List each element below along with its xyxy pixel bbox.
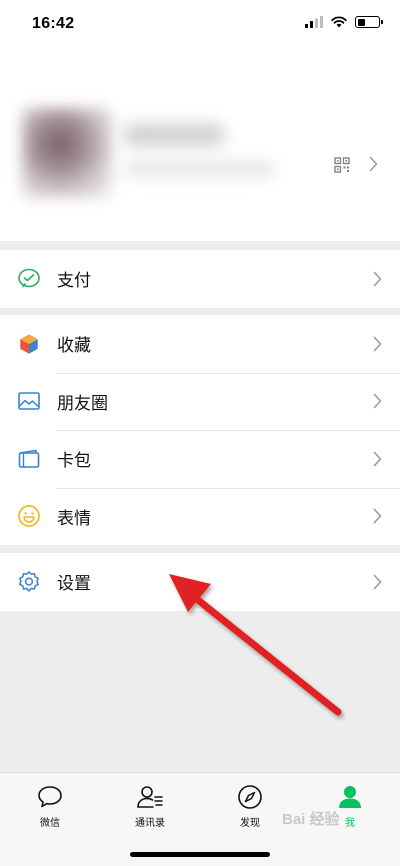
home-indicator[interactable] bbox=[130, 852, 270, 857]
menu-label-moments: 朋友圈 bbox=[57, 393, 108, 413]
menu-item-cards[interactable]: 卡包 bbox=[0, 430, 400, 488]
profile-name-blurred bbox=[124, 124, 224, 146]
wechat-pay-icon bbox=[17, 267, 41, 291]
qr-code-icon[interactable] bbox=[334, 157, 350, 173]
menu-item-pay[interactable]: 支付 bbox=[0, 250, 400, 308]
chevron-right-icon bbox=[373, 393, 382, 409]
card-icon bbox=[17, 447, 41, 471]
tab-chats[interactable]: 微信 bbox=[20, 783, 80, 829]
compass-icon bbox=[238, 785, 262, 809]
gear-icon bbox=[17, 570, 41, 594]
menu-item-favorites[interactable]: 收藏 bbox=[0, 315, 400, 373]
tab-discover[interactable]: 发现 bbox=[220, 783, 280, 829]
image-icon bbox=[17, 389, 41, 413]
contacts-icon bbox=[137, 786, 163, 808]
chevron-right-icon bbox=[373, 336, 382, 352]
status-bar: 16:42 bbox=[0, 0, 400, 48]
tab-contacts[interactable]: 通讯录 bbox=[120, 783, 180, 829]
cube-icon bbox=[17, 332, 41, 356]
profile-id-blurred bbox=[124, 162, 274, 176]
chevron-right-icon bbox=[373, 574, 382, 590]
menu-item-stickers[interactable]: 表情 bbox=[0, 487, 400, 546]
menu-label-cards: 卡包 bbox=[57, 451, 91, 471]
settings-group: 设置 bbox=[0, 553, 400, 611]
chevron-right-icon bbox=[369, 156, 378, 172]
watermark: Bai 经验 bbox=[282, 811, 340, 828]
avatar[interactable] bbox=[22, 108, 112, 198]
smiley-icon bbox=[17, 504, 41, 528]
tab-label-discover: 发现 bbox=[240, 818, 260, 829]
tab-label-chats: 微信 bbox=[40, 818, 60, 829]
status-time: 16:42 bbox=[32, 15, 75, 32]
pay-group: 支付 bbox=[0, 250, 400, 308]
menu-label-pay: 支付 bbox=[57, 271, 91, 291]
menu-label-settings: 设置 bbox=[57, 574, 91, 594]
battery-icon bbox=[355, 16, 383, 28]
cellular-signal-icon bbox=[305, 16, 323, 28]
chevron-right-icon bbox=[373, 451, 382, 467]
features-group: 收藏 朋友圈 卡包 表情 bbox=[0, 315, 400, 545]
chevron-right-icon bbox=[373, 271, 382, 287]
person-icon bbox=[339, 786, 361, 808]
chevron-right-icon bbox=[373, 508, 382, 524]
wifi-icon bbox=[331, 16, 347, 28]
profile-header[interactable] bbox=[0, 48, 400, 241]
chat-bubble-icon bbox=[38, 786, 62, 808]
status-icons bbox=[305, 16, 383, 28]
menu-item-moments[interactable]: 朋友圈 bbox=[0, 372, 400, 431]
menu-label-favorites: 收藏 bbox=[57, 336, 91, 356]
menu-item-settings[interactable]: 设置 bbox=[0, 553, 400, 611]
tab-label-contacts: 通讯录 bbox=[135, 818, 165, 829]
menu-label-stickers: 表情 bbox=[57, 508, 91, 528]
